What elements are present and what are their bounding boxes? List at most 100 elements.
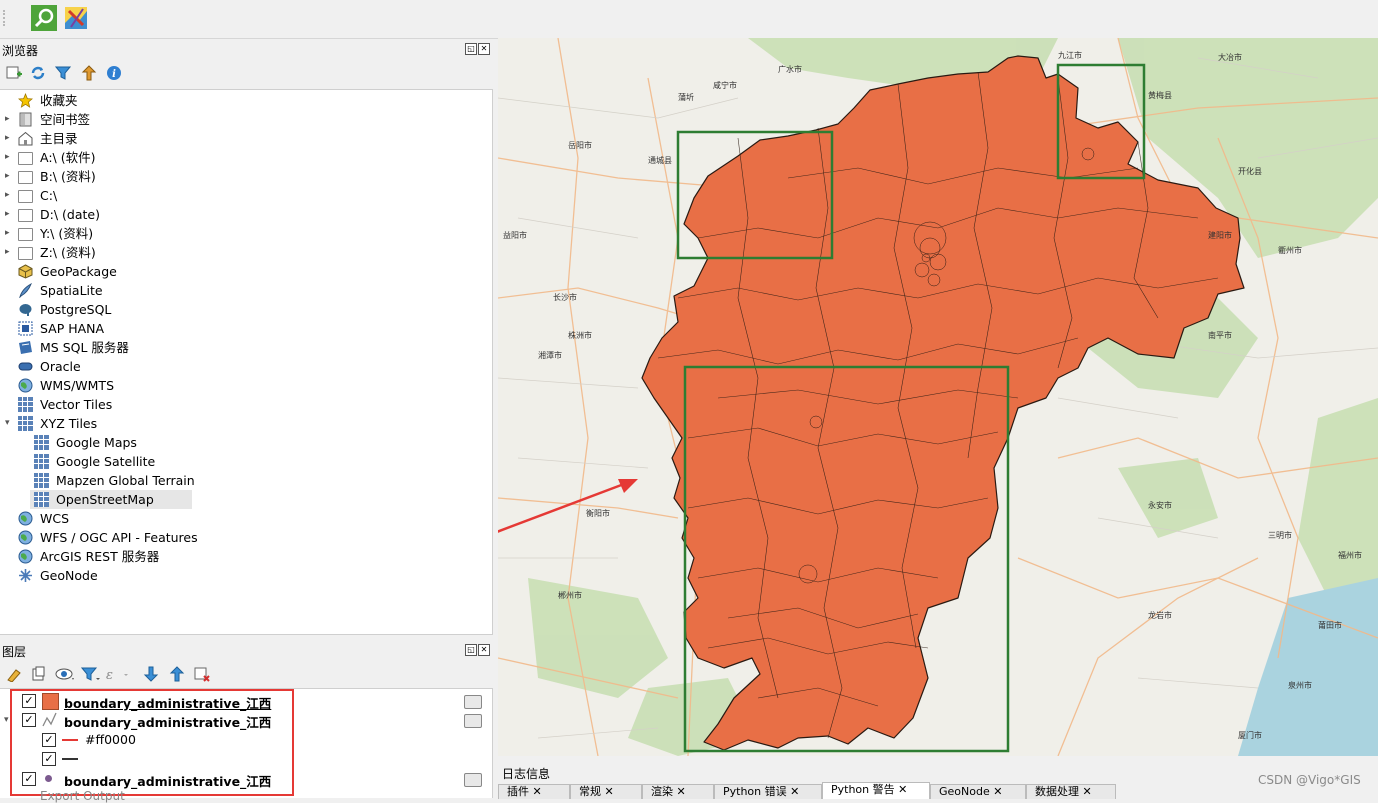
float-layers-panel-icon[interactable]: ◱ <box>465 644 477 656</box>
browser-item[interactable]: MS SQL 服务器 <box>19 338 129 357</box>
log-panel-title: 日志信息 <box>502 767 551 781</box>
collapse-all-layers-icon[interactable] <box>169 666 185 685</box>
collapse-all-icon[interactable] <box>81 65 97 81</box>
close-tab-icon[interactable]: ✕ <box>787 785 799 798</box>
browser-item[interactable]: SpatiaLite <box>19 281 103 300</box>
chevron-right-icon[interactable]: ▸ <box>5 205 15 224</box>
map-label: 湘潭市 <box>538 350 562 360</box>
chevron-right-icon[interactable]: ▸ <box>5 243 15 262</box>
chevron-right-icon[interactable]: ▸ <box>5 148 15 167</box>
filter-icon[interactable] <box>54 65 72 81</box>
refresh-icon[interactable] <box>30 65 46 81</box>
identify-search-icon[interactable] <box>31 5 57 31</box>
browser-item-label: PostgreSQL <box>40 302 112 317</box>
browser-item[interactable]: ▸ 空间书签 <box>5 110 90 129</box>
chevron-down-icon[interactable]: ▾ <box>5 414 15 433</box>
info-icon[interactable]: i <box>106 65 122 81</box>
grid-icon <box>34 435 49 450</box>
expand-arrow-icon[interactable]: ▾ <box>4 715 9 725</box>
main-toolbar <box>0 0 1378 39</box>
map-label: 厦门市 <box>1238 730 1262 740</box>
browser-item[interactable]: ▸ A:\ (软件) <box>5 148 95 167</box>
mssql-icon <box>18 340 33 355</box>
export-output-layer[interactable]: Export Output <box>40 789 125 803</box>
browser-item-label: C:\ <box>40 188 58 203</box>
folder-icon <box>18 247 33 260</box>
close-tab-icon[interactable]: ✕ <box>990 785 1002 798</box>
browser-item-label: Z:\ (资料) <box>40 245 96 260</box>
chevron-right-icon[interactable]: ▸ <box>5 167 15 186</box>
browser-item[interactable]: ▸ Z:\ (资料) <box>5 243 96 262</box>
browser-item[interactable]: Google Satellite <box>34 452 155 471</box>
toolbar-grip[interactable] <box>3 10 10 26</box>
browser-item-label: OpenStreetMap <box>56 492 154 507</box>
browser-item[interactable]: Mapzen Global Terrain <box>34 471 195 490</box>
map-label: 衢州市 <box>1278 245 1302 255</box>
browser-item-label: 收藏夹 <box>40 93 78 108</box>
browser-item[interactable]: OpenStreetMap <box>30 490 192 509</box>
browser-item[interactable]: GeoNode <box>19 566 98 585</box>
browser-item-label: 主目录 <box>40 131 78 146</box>
map-canvas[interactable]: 岳阳市 长沙市 株洲市 湘潭市 衡阳市 郴州市 益阳市 通城县 咸宁市 蒲圻 九… <box>498 38 1378 756</box>
log-tab[interactable]: Python 警告 ✕ <box>822 782 930 799</box>
expand-all-icon[interactable] <box>143 666 159 685</box>
map-label: 永安市 <box>1148 500 1172 510</box>
map-tools-icon[interactable] <box>63 5 89 31</box>
browser-item[interactable]: ▸ C:\ <box>5 186 58 205</box>
filter-legend-icon[interactable] <box>80 666 101 685</box>
chevron-right-icon[interactable]: ▸ <box>5 186 15 205</box>
map-svg: 岳阳市 长沙市 株洲市 湘潭市 衡阳市 郴州市 益阳市 通城县 咸宁市 蒲圻 九… <box>498 38 1378 756</box>
close-panel-icon[interactable]: ✕ <box>478 43 490 55</box>
close-tab-icon[interactable]: ✕ <box>1079 785 1091 798</box>
map-label: 长沙市 <box>553 292 577 302</box>
browser-item[interactable]: 收藏夹 <box>18 91 78 110</box>
add-selected-layers-icon[interactable] <box>6 65 22 81</box>
temporary-layer-icon[interactable] <box>464 714 482 728</box>
close-tab-icon[interactable]: ✕ <box>895 783 907 796</box>
browser-item[interactable]: Vector Tiles <box>18 395 112 414</box>
map-label: 莆田市 <box>1318 620 1342 630</box>
browser-tree[interactable]: 收藏夹 ▸ 空间书签 ▸ 主目录 ▸ A:\ (软件) ▸ B:\ (资料) ▸ C:\ ▸ D:\ (… <box>0 89 493 635</box>
browser-item[interactable]: ArcGIS REST 服务器 <box>18 547 159 566</box>
chevron-right-icon[interactable]: ▸ <box>5 129 15 148</box>
close-tab-icon[interactable]: ✕ <box>673 785 685 798</box>
temporary-layer-icon[interactable] <box>464 773 482 787</box>
browser-item[interactable]: PostgreSQL <box>19 300 112 319</box>
grid-icon <box>34 454 49 469</box>
close-layers-panel-icon[interactable]: ✕ <box>478 644 490 656</box>
map-label: 龙岩市 <box>1148 610 1172 620</box>
chevron-right-icon[interactable]: ▸ <box>5 110 15 129</box>
layers-panel-title: 图层 <box>2 645 27 659</box>
manage-visibility-icon[interactable] <box>55 666 75 685</box>
close-tab-icon[interactable]: ✕ <box>601 785 613 798</box>
browser-item[interactable]: ▸ 主目录 <box>5 129 78 148</box>
remove-layer-icon[interactable] <box>194 666 210 685</box>
globe-icon <box>18 378 33 393</box>
add-group-icon[interactable] <box>31 666 47 685</box>
map-label: 泉州市 <box>1288 680 1312 690</box>
browser-item[interactable]: WFS / OGC API - Features <box>18 528 198 547</box>
browser-item-label: SAP HANA <box>40 321 105 336</box>
browser-item[interactable]: ▸ Y:\ (资料) <box>5 224 94 243</box>
browser-item-label: Y:\ (资料) <box>40 226 94 241</box>
layer-styling-icon[interactable] <box>6 666 22 685</box>
filter-expression-icon[interactable]: ε <box>106 666 130 685</box>
browser-item[interactable]: ▸ D:\ (date) <box>5 205 100 224</box>
browser-item[interactable]: WCS <box>18 509 69 528</box>
float-panel-icon[interactable]: ◱ <box>465 43 477 55</box>
globe-icon <box>18 511 33 526</box>
browser-item[interactable]: Google Maps <box>34 433 137 452</box>
layers-tree[interactable]: ✓ boundary_administrative_江西 ▾ ✓ boundar… <box>0 688 493 798</box>
panel-splitter[interactable] <box>0 635 492 639</box>
browser-item[interactable]: WMS/WMTS <box>18 376 114 395</box>
browser-item[interactable]: SAP HANA <box>18 319 105 338</box>
browser-item[interactable]: ▾ XYZ Tiles <box>5 414 97 433</box>
temporary-layer-icon[interactable] <box>464 695 482 709</box>
browser-item[interactable]: GeoPackage <box>18 262 117 281</box>
browser-item[interactable]: Oracle <box>18 357 81 376</box>
elephant-icon <box>18 302 33 317</box>
log-tab-label: Python 警告 <box>831 783 895 796</box>
close-tab-icon[interactable]: ✕ <box>529 785 541 798</box>
browser-item[interactable]: ▸ B:\ (资料) <box>5 167 96 186</box>
chevron-right-icon[interactable]: ▸ <box>5 224 15 243</box>
